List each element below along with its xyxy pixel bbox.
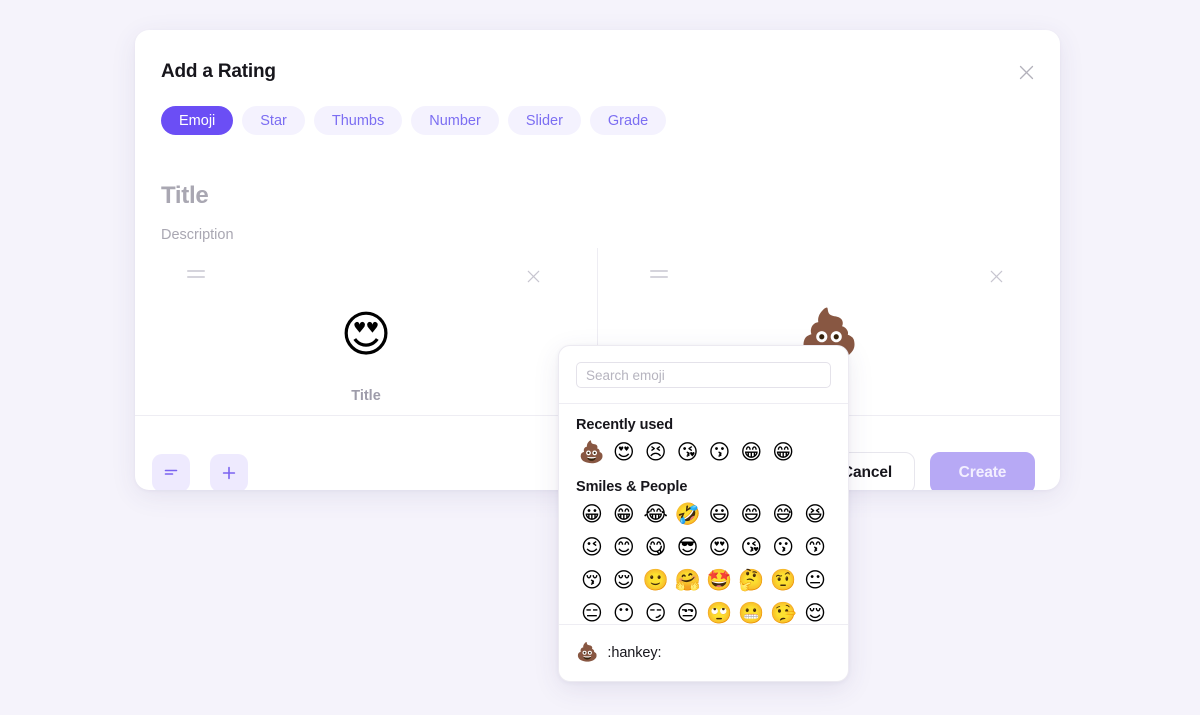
- recent-emoji-cell[interactable]: 😍: [608, 439, 640, 466]
- emoji-cell[interactable]: 😚: [576, 567, 608, 594]
- emoji-cell[interactable]: 🤩: [704, 567, 736, 594]
- emoji-cell[interactable]: 😄: [735, 501, 767, 528]
- recent-emoji-cell[interactable]: 😁: [735, 439, 767, 466]
- emoji-picker-body[interactable]: Recently used 💩 😍 😣 😘 😗 😁 😁 Smiles & People 😀 😁…: [559, 404, 848, 624]
- emoji-cell[interactable]: 😃: [704, 501, 736, 528]
- align-left-icon: [163, 465, 179, 481]
- drag-handle-icon[interactable]: [187, 270, 205, 282]
- rating-title-input[interactable]: Title: [161, 182, 209, 210]
- remove-option-icon[interactable]: [986, 266, 1006, 286]
- remove-option-icon[interactable]: [523, 266, 543, 286]
- emoji-cell[interactable]: 🤥: [767, 600, 799, 624]
- emoji-cell[interactable]: 😒: [672, 600, 704, 624]
- emoji-cell[interactable]: 😌: [608, 567, 640, 594]
- emoji-cell[interactable]: 😐: [799, 567, 831, 594]
- emoji-cell[interactable]: 🙂: [640, 567, 672, 594]
- option-emoji[interactable]: 😍: [135, 310, 597, 359]
- tab-number[interactable]: Number: [411, 106, 499, 135]
- option-label-input[interactable]: Title: [135, 388, 597, 404]
- emoji-preview-footer: 💩 :hankey:: [559, 624, 848, 681]
- emoji-cell[interactable]: 😌: [799, 600, 831, 624]
- create-button[interactable]: Create: [930, 452, 1035, 490]
- emoji-search-row: [559, 346, 848, 404]
- emoji-cell[interactable]: 😬: [735, 600, 767, 624]
- smiles-people-heading: Smiles & People: [576, 479, 688, 495]
- tab-thumbs[interactable]: Thumbs: [313, 106, 403, 135]
- emoji-cell[interactable]: 🤣: [672, 501, 704, 528]
- align-left-button[interactable]: [152, 454, 190, 490]
- recent-emoji-cell[interactable]: 😁: [767, 439, 799, 466]
- drag-handle-icon[interactable]: [650, 270, 668, 282]
- add-option-button[interactable]: [210, 454, 248, 490]
- rating-description-input[interactable]: Description: [161, 227, 234, 243]
- emoji-cell[interactable]: 🤨: [767, 567, 799, 594]
- emoji-grid: 😀 😁 😂 🤣 😃 😄 😅 😆 😉 😊 😋 😎 😍 😘 😗 😙 😚 😌 🙂 🤗 🤩 🤔 🤨 😐 😑 😶 😏 😒 🙄 😬 🤥 😌: [576, 501, 831, 624]
- recent-emoji-cell[interactable]: 💩: [576, 439, 608, 466]
- emoji-cell[interactable]: 😋: [640, 534, 672, 561]
- emoji-cell[interactable]: 😍: [704, 534, 736, 561]
- rating-type-tabs: Emoji Star Thumbs Number Slider Grade: [161, 106, 667, 135]
- emoji-search-input[interactable]: [576, 362, 831, 388]
- emoji-cell[interactable]: 😶: [608, 600, 640, 624]
- recent-emoji-cell[interactable]: 😘: [672, 439, 704, 466]
- preview-emoji: 💩: [576, 642, 599, 663]
- emoji-cell[interactable]: 🤔: [735, 567, 767, 594]
- emoji-cell[interactable]: 😗: [767, 534, 799, 561]
- rating-option-card: 😍 Title: [135, 248, 597, 415]
- emoji-cell[interactable]: 😑: [576, 600, 608, 624]
- emoji-cell[interactable]: 😂: [640, 501, 672, 528]
- emoji-cell[interactable]: 😊: [608, 534, 640, 561]
- tab-star[interactable]: Star: [242, 106, 305, 135]
- emoji-cell[interactable]: 😏: [640, 600, 672, 624]
- recent-emoji-cell[interactable]: 😗: [704, 439, 736, 466]
- emoji-cell[interactable]: 😁: [608, 501, 640, 528]
- close-icon[interactable]: [1014, 60, 1038, 84]
- page-title: Add a Rating: [161, 61, 276, 82]
- emoji-cell[interactable]: 😆: [799, 501, 831, 528]
- emoji-cell[interactable]: 🤗: [672, 567, 704, 594]
- emoji-cell[interactable]: 😉: [576, 534, 608, 561]
- emoji-cell[interactable]: 😙: [799, 534, 831, 561]
- preview-shortcode: :hankey:: [607, 645, 662, 661]
- plus-icon: [221, 465, 237, 481]
- tab-emoji[interactable]: Emoji: [161, 106, 234, 135]
- recently-used-heading: Recently used: [576, 417, 674, 433]
- tab-grade[interactable]: Grade: [589, 106, 667, 135]
- tab-slider[interactable]: Slider: [507, 106, 581, 135]
- recent-emoji-cell[interactable]: 😣: [640, 439, 672, 466]
- emoji-cell[interactable]: 😘: [735, 534, 767, 561]
- emoji-cell[interactable]: 🙄: [704, 600, 736, 624]
- emoji-cell[interactable]: 😎: [672, 534, 704, 561]
- recently-used-grid: 💩 😍 😣 😘 😗 😁 😁: [576, 439, 831, 466]
- dialog-header: Add a Rating: [135, 30, 1060, 90]
- emoji-cell[interactable]: 😅: [767, 501, 799, 528]
- emoji-cell[interactable]: 😀: [576, 501, 608, 528]
- emoji-picker-popover: Recently used 💩😍😣😘😗😁😁 Smiles & People 😀😁…: [558, 345, 849, 682]
